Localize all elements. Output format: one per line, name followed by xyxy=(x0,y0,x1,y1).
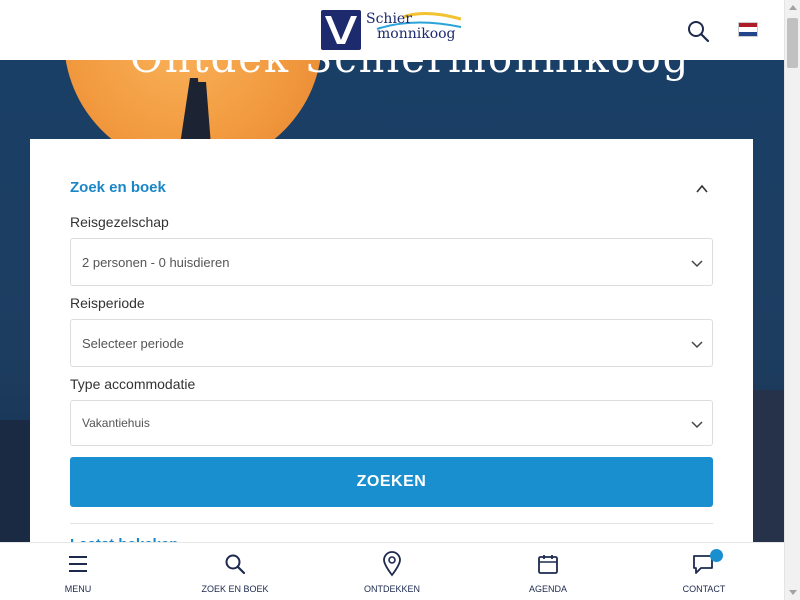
travel-period-value: Selecteer periode xyxy=(82,336,184,351)
accommodation-type-label: Type accommodatie xyxy=(70,376,196,392)
trees-silhouette-left xyxy=(0,420,30,542)
nav-agenda[interactable]: AGENDA xyxy=(488,543,608,600)
chevron-down-icon xyxy=(691,421,703,429)
search-icon[interactable] xyxy=(686,19,710,43)
scrollbar-thumb[interactable] xyxy=(787,18,798,68)
logo-text-line2: monnikoog xyxy=(377,26,456,42)
accommodation-type-value: Vakantiehuis xyxy=(82,416,150,430)
hamburger-icon xyxy=(69,556,87,572)
nav-menu-label: MENU xyxy=(64,584,92,594)
travel-period-select[interactable]: Selecteer periode xyxy=(70,319,713,367)
search-book-card: Zoek en boek Reisgezelschap 2 personen -… xyxy=(30,139,753,559)
nav-search-book-label: ZOEK EN BOEK xyxy=(201,584,269,594)
travel-party-label: Reisgezelschap xyxy=(70,214,169,230)
logo-text-line1: Schier xyxy=(366,11,412,27)
travel-party-value: 2 personen - 0 huisdieren xyxy=(82,255,230,270)
nav-contact-label: CONTACT xyxy=(682,584,726,594)
search-submit-button[interactable]: ZOEKEN xyxy=(70,457,713,507)
accommodation-type-select[interactable]: Vakantiehuis xyxy=(70,400,713,446)
nav-discover[interactable]: ONTDEKKEN xyxy=(332,543,452,600)
site-header: Schier monnikoog xyxy=(0,0,784,60)
nav-menu[interactable]: MENU xyxy=(18,543,138,600)
nav-search-book[interactable]: ZOEK EN BOEK xyxy=(175,543,295,600)
chevron-down-icon xyxy=(691,260,703,268)
nav-contact[interactable]: CONTACT xyxy=(644,543,764,600)
divider xyxy=(70,523,713,524)
vvv-mark-icon xyxy=(321,10,361,50)
bottom-navigation: MENU ZOEK EN BOEK ONTDEKKEN AGENDA CONTA… xyxy=(0,542,784,600)
calendar-icon xyxy=(538,555,558,574)
search-book-title[interactable]: Zoek en boek xyxy=(70,179,166,196)
scroll-down-icon[interactable] xyxy=(789,590,797,595)
hero-title: Ontdek Schiermonnikoog xyxy=(130,60,690,82)
nav-agenda-label: AGENDA xyxy=(528,584,567,594)
travel-period-label: Reisperiode xyxy=(70,295,145,311)
nav-discover-label: ONTDEKKEN xyxy=(363,584,420,594)
travel-party-select[interactable]: 2 personen - 0 huisdieren xyxy=(70,238,713,286)
scroll-up-icon[interactable] xyxy=(789,5,797,10)
search-icon xyxy=(225,554,246,575)
chevron-up-icon[interactable] xyxy=(694,181,710,197)
page-scrollbar[interactable] xyxy=(784,0,800,600)
netherlands-flag-icon[interactable] xyxy=(738,22,758,37)
phone-badge-icon xyxy=(710,549,723,562)
vvv-logo[interactable]: Schier monnikoog xyxy=(321,9,466,51)
map-pin-icon xyxy=(383,551,401,577)
chevron-down-icon xyxy=(691,341,703,349)
